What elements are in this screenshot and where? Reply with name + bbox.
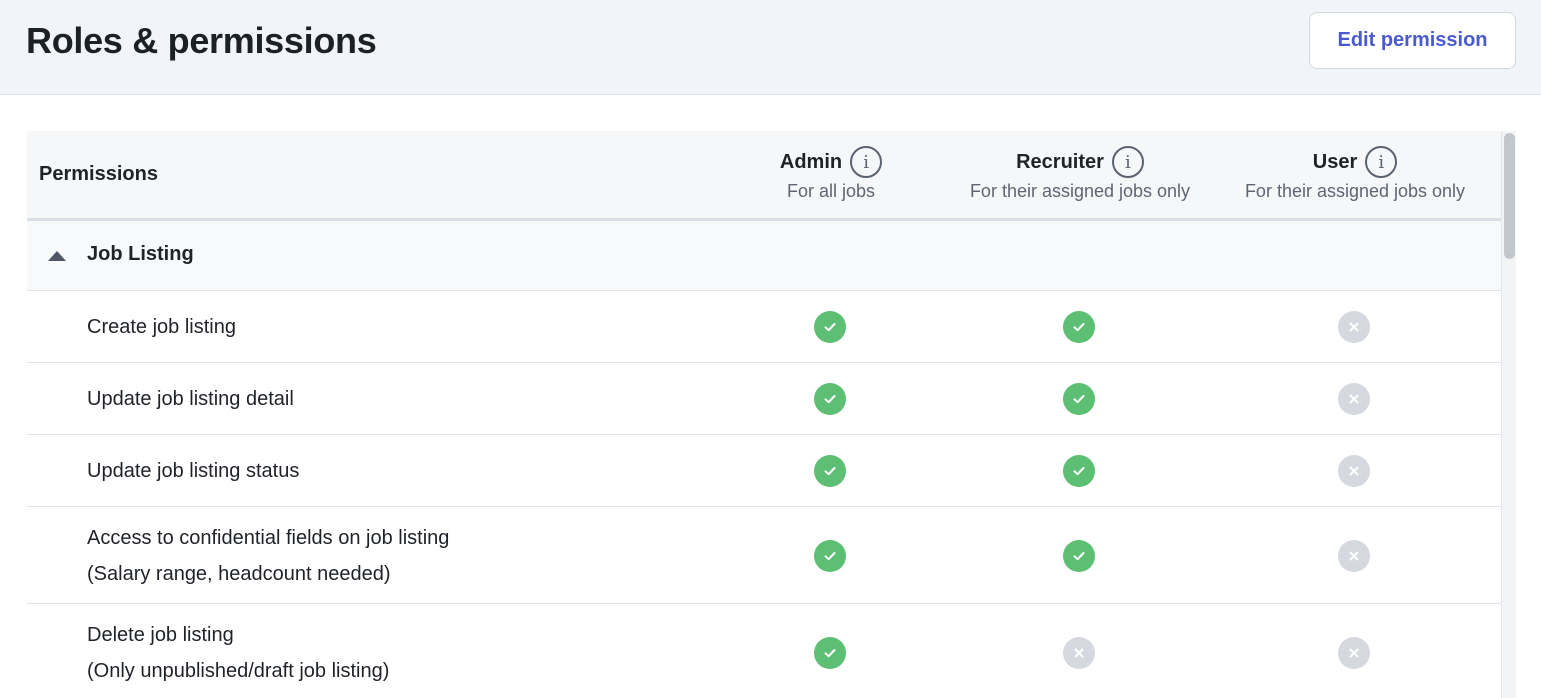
info-icon[interactable]: i: [850, 146, 883, 178]
x-circle-icon: [1338, 311, 1370, 343]
permission-label: Access to confidential fields on job lis…: [87, 520, 449, 592]
x-circle-icon: [1063, 636, 1095, 669]
table-row: Update job listing detail: [27, 363, 1501, 435]
permissions-column-header: Permissions: [39, 163, 158, 185]
x-circle-icon: [1338, 383, 1370, 415]
caret-up-icon: [48, 251, 66, 261]
check-circle-icon: [1063, 455, 1095, 487]
scrollbar-thumb[interactable]: [1504, 133, 1515, 259]
check-circle-icon: [814, 311, 846, 343]
role-scope: For their assigned jobs only: [969, 181, 1191, 201]
permissions-table: Permissions Admin i For all jobs Recruit…: [27, 131, 1501, 698]
check-circle-icon: [814, 636, 846, 669]
table-header: Permissions Admin i For all jobs Recruit…: [27, 131, 1501, 221]
permission-name: Create job listing: [87, 316, 236, 338]
table-row: Create job listing: [27, 291, 1501, 363]
table-row: Delete job listing (Only unpublished/draf…: [27, 604, 1501, 698]
role-column-recruiter: Recruiter i For their assigned jobs only: [940, 146, 1220, 202]
permission-name: Delete job listing: [87, 623, 234, 646]
check-circle-icon: [1063, 383, 1095, 415]
x-circle-icon: [1338, 539, 1370, 572]
info-icon[interactable]: i: [1111, 146, 1144, 178]
permission-note: (Salary range, headcount needed): [87, 562, 391, 585]
page-header: Roles & permissions Edit permission: [0, 0, 1541, 95]
check-circle-icon: [1063, 539, 1095, 572]
role-name: Admin: [779, 150, 843, 173]
section-toggle-job-listing[interactable]: Job Listing: [27, 221, 1501, 291]
check-circle-icon: [1063, 311, 1095, 343]
check-circle-icon: [814, 383, 846, 415]
permission-label: Delete job listing (Only unpublished/draf…: [87, 617, 389, 689]
table-row: Update job listing status: [27, 435, 1501, 507]
permission-label: Create job listing: [87, 309, 236, 345]
check-circle-icon: [814, 455, 846, 487]
table-scrollbar[interactable]: [1501, 131, 1516, 698]
permission-name: Access to confidential fields on job lis…: [87, 526, 450, 549]
permission-name: Update job listing status: [87, 460, 300, 482]
permission-label: Update job listing detail: [87, 381, 294, 417]
section-label: Job Listing: [87, 243, 194, 265]
role-name: User: [1312, 150, 1358, 173]
x-circle-icon: [1338, 636, 1370, 669]
role-column-user: User i For their assigned jobs only: [1215, 146, 1495, 202]
role-scope: For all jobs: [786, 181, 876, 201]
permission-label: Update job listing status: [87, 453, 299, 489]
edit-permission-button[interactable]: Edit permission: [1309, 12, 1516, 69]
check-circle-icon: [814, 539, 846, 572]
x-circle-icon: [1338, 455, 1370, 487]
info-icon[interactable]: i: [1365, 146, 1398, 178]
page-title: Roles & permissions: [26, 20, 377, 61]
table-row: Access to confidential fields on job lis…: [27, 507, 1501, 604]
permission-name: Update job listing detail: [87, 388, 294, 410]
role-name: Recruiter: [1016, 150, 1104, 173]
role-column-admin: Admin i For all jobs: [691, 146, 971, 202]
permission-note: (Only unpublished/draft job listing): [87, 659, 390, 682]
role-scope: For their assigned jobs only: [1244, 181, 1466, 201]
